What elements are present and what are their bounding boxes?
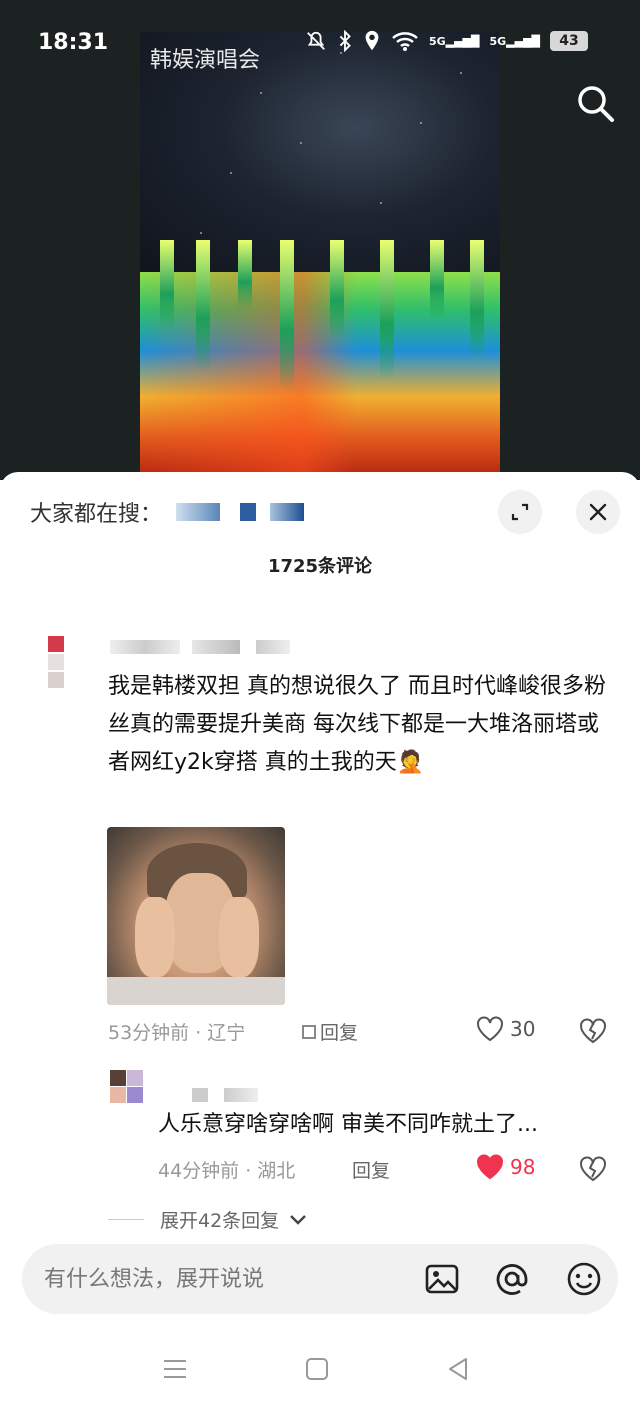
home-button[interactable]: [302, 1354, 332, 1384]
expand-replies-button[interactable]: 展开42条回复: [108, 1206, 307, 1233]
username-blurred[interactable]: [256, 640, 290, 654]
comment-count: 1725条评论: [267, 556, 373, 577]
username-blurred[interactable]: [192, 640, 240, 654]
emoji-icon: [567, 1262, 601, 1296]
expand-sheet-button[interactable]: [498, 490, 542, 534]
at-icon: [496, 1264, 528, 1295]
location-icon: [365, 30, 379, 51]
username-blurred[interactable]: [224, 1088, 258, 1102]
like-button[interactable]: 98: [476, 1154, 535, 1180]
username-blurred[interactable]: [110, 640, 180, 654]
divider: [108, 1219, 144, 1220]
avatar[interactable]: [110, 1070, 144, 1104]
reply-button[interactable]: 回复: [302, 1018, 358, 1045]
expand-icon: [511, 503, 529, 521]
reply-meta: 44分钟前 · 湖北: [158, 1160, 296, 1182]
status-time: 18:31: [38, 30, 109, 55]
video-cave-scene: [140, 272, 500, 480]
back-icon: [449, 1358, 467, 1380]
search-button[interactable]: [574, 82, 618, 126]
reply-text: 人乐意穿啥穿啥啊 审美不同咋就土了...: [158, 1112, 538, 1137]
broken-heart-icon: [580, 1018, 606, 1044]
broken-heart-icon: [580, 1156, 606, 1182]
trending-term-blurred[interactable]: [270, 503, 305, 521]
comment-meta: 53分钟前 · 辽宁: [108, 1022, 246, 1044]
dislike-button[interactable]: [578, 1154, 608, 1184]
video-title: 韩娱演唱会: [150, 48, 261, 73]
signal-icon: 5G▂▄▆█: [428, 34, 480, 48]
system-nav-bar: [0, 1340, 640, 1406]
like-count: 30: [510, 1017, 536, 1041]
heart-icon: [477, 1016, 503, 1042]
battery-icon: 43: [550, 31, 588, 51]
expand-replies-label: 展开42条回复: [160, 1210, 280, 1232]
trending-search[interactable]: 大家都在搜：: [30, 496, 305, 528]
status-bar: 18:31 5G▂▄▆█ 5G▂▄▆█ 43: [0, 0, 640, 80]
image-icon: [425, 1264, 459, 1294]
comment-input[interactable]: [44, 1244, 404, 1314]
username-blurred[interactable]: [192, 1088, 208, 1102]
reply-label: 回复: [320, 1022, 359, 1044]
menu-icon: [164, 1360, 186, 1378]
like-button[interactable]: 30: [476, 1016, 535, 1042]
back-button[interactable]: [444, 1354, 474, 1384]
search-icon: [578, 86, 614, 122]
wifi-icon: [392, 32, 418, 51]
comment-input-bar: [22, 1244, 618, 1314]
like-count: 98: [510, 1155, 536, 1179]
home-icon: [306, 1358, 328, 1380]
video-frame[interactable]: [140, 32, 500, 480]
chevron-down-icon: [290, 1214, 307, 1225]
trending-term-blurred[interactable]: [176, 503, 221, 521]
trending-term-blurred[interactable]: [240, 503, 257, 521]
signal-icon: 5G▂▄▆█: [489, 34, 540, 48]
mute-icon: [307, 31, 325, 50]
avatar[interactable]: [44, 636, 84, 700]
reply-icon: [302, 1024, 316, 1039]
image-button[interactable]: [424, 1261, 460, 1297]
comment-image[interactable]: [107, 827, 285, 1005]
reply-button[interactable]: 回复: [352, 1156, 390, 1183]
mention-button[interactable]: [494, 1261, 530, 1297]
close-sheet-button[interactable]: [576, 490, 620, 534]
emoji-button[interactable]: [566, 1261, 602, 1297]
recents-button[interactable]: [160, 1354, 190, 1384]
comment-text: 我是韩楼双担 真的想说很久了 而且时代峰峻很多粉丝真的需要提升美商 每次线下都是…: [108, 674, 606, 775]
dislike-button[interactable]: [578, 1016, 608, 1046]
close-icon: [589, 503, 607, 521]
status-icons: 5G▂▄▆█ 5G▂▄▆█ 43: [305, 30, 588, 52]
trending-label: 大家都在搜：: [30, 502, 163, 527]
bluetooth-icon: [339, 30, 351, 52]
heart-icon: [477, 1154, 503, 1180]
